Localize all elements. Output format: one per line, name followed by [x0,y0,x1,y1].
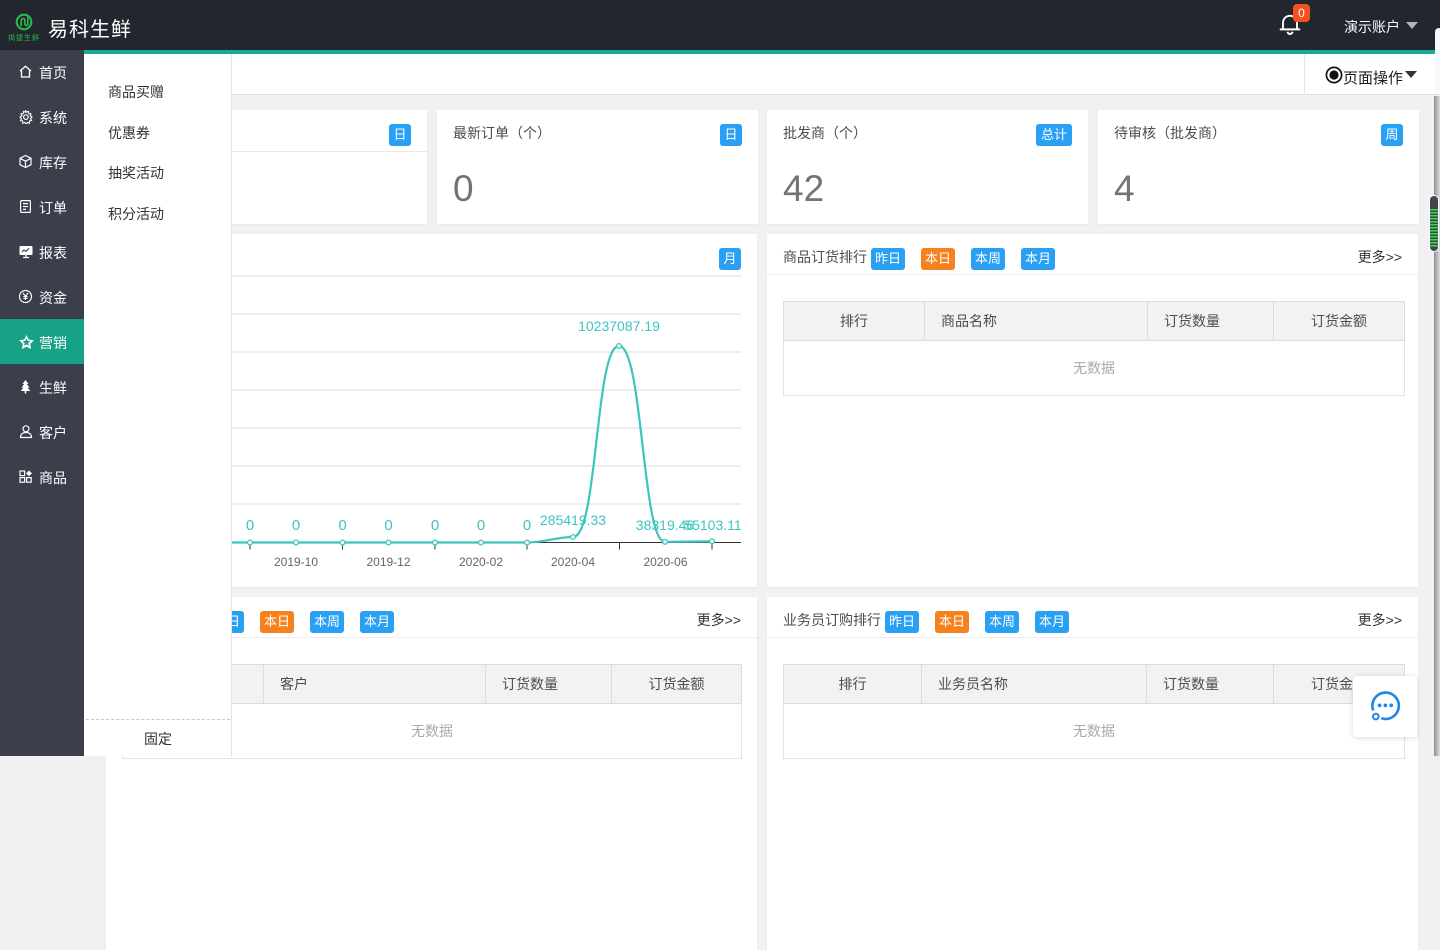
svg-text:0: 0 [477,517,485,534]
svg-text:10237087.19: 10237087.19 [578,318,660,334]
svg-text:55103.11: 55103.11 [684,517,742,533]
svg-text:0: 0 [338,517,346,534]
svg-text:2020-04: 2020-04 [551,555,595,569]
svg-text:0: 0 [246,517,254,534]
svg-text:2020-02: 2020-02 [459,555,503,569]
svg-text:285419.33: 285419.33 [540,512,606,528]
svg-text:0: 0 [384,517,392,534]
svg-text:2019-10: 2019-10 [274,555,318,569]
svg-text:0: 0 [292,517,300,534]
svg-text:0: 0 [523,517,531,534]
svg-text:2019-12: 2019-12 [366,555,410,569]
svg-text:2020-06: 2020-06 [643,555,687,569]
svg-text:0: 0 [431,517,439,534]
